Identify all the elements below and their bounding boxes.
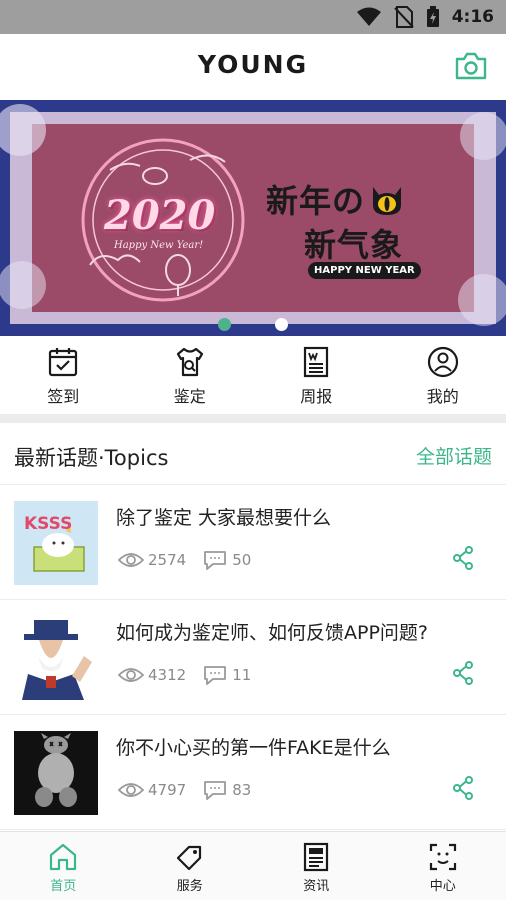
topic-row[interactable]: 如何成为鉴定师、如何反馈APP问题? 4312 11 <box>0 601 506 715</box>
status-icons: 4:16 <box>356 6 494 28</box>
topic-views: 4797 <box>148 781 187 799</box>
quick-nav: 签到 鉴定 周报 我的 <box>0 336 506 414</box>
topic-meta: 4797 83 <box>118 779 267 801</box>
camera-icon[interactable] <box>454 51 488 81</box>
tab-center[interactable]: 中心 <box>380 832 506 900</box>
carousel-dot-2[interactable] <box>275 318 288 331</box>
quick-nav-weekly[interactable]: 周报 <box>253 336 380 414</box>
topics-title: 最新话题·Topics <box>14 446 169 470</box>
share-icon[interactable] <box>452 776 474 800</box>
app-title: YOUNG <box>197 50 309 79</box>
banner-tagline: HAPPY NEW YEAR <box>308 262 421 279</box>
banner-carousel[interactable]: 2020 Happy New Year! 新年の 新气象 HAPPY NEW Y… <box>0 100 506 336</box>
tab-home[interactable]: 首页 <box>0 832 127 900</box>
share-icon[interactable] <box>452 546 474 570</box>
topic-meta: 2574 50 <box>118 549 267 571</box>
topic-meta: 4312 11 <box>118 664 267 686</box>
home-icon <box>50 843 77 871</box>
tab-label: 服务 <box>176 879 203 894</box>
banner-year: 2020 <box>104 192 216 239</box>
banner-greeting: Happy New Year! <box>114 240 204 251</box>
carousel-dot-1[interactable] <box>218 318 231 331</box>
face-scan-icon <box>429 843 456 871</box>
calendar-check-icon <box>49 348 78 377</box>
topic-row[interactable]: 你不小心买的第一件FAKE是什么 4797 83 <box>0 716 506 830</box>
section-divider <box>0 414 506 423</box>
battery-charging-icon <box>426 6 439 27</box>
quick-nav-label: 我的 <box>426 387 459 406</box>
tab-service[interactable]: 服务 <box>127 832 254 900</box>
topic-comments: 83 <box>232 781 252 799</box>
topic-thumbnail <box>14 616 98 700</box>
quick-nav-label: 鉴定 <box>173 387 206 406</box>
tag-icon <box>176 845 201 871</box>
banner-image <box>0 100 506 336</box>
topic-title: 如何成为鉴定师、如何反馈APP问题? <box>116 622 428 644</box>
news-icon <box>304 842 329 872</box>
tab-label: 中心 <box>429 879 456 894</box>
share-icon[interactable] <box>452 661 474 685</box>
tab-news[interactable]: 资讯 <box>253 832 380 900</box>
quick-nav-profile[interactable]: 我的 <box>380 336 506 414</box>
eye-icon <box>118 553 144 567</box>
quick-nav-label: 签到 <box>47 387 80 406</box>
banner-headline-line2: 新气象 <box>304 226 404 264</box>
eye-icon <box>118 668 144 682</box>
topic-thumbnail: KSSS <box>14 501 98 585</box>
quick-nav-appraise[interactable]: 鉴定 <box>127 336 254 414</box>
eye-icon <box>118 783 144 797</box>
topic-comments: 11 <box>232 666 252 684</box>
user-circle-icon <box>427 346 458 378</box>
topic-title: 你不小心买的第一件FAKE是什么 <box>116 737 391 759</box>
no-sim-icon <box>393 6 414 28</box>
comment-icon <box>204 781 227 800</box>
quick-nav-label: 周报 <box>300 387 333 406</box>
tab-label: 首页 <box>50 879 77 894</box>
app-bar: YOUNG <box>0 34 506 100</box>
topic-thumbnail <box>14 731 98 815</box>
shirt-search-icon <box>176 347 203 377</box>
topic-title: 除了鉴定 大家最想要什么 <box>116 507 332 529</box>
tab-label: 资讯 <box>303 879 330 894</box>
cat-eye-icon <box>373 187 402 215</box>
banner-headline-text: 新年の <box>266 182 366 220</box>
topic-views: 4312 <box>148 666 187 684</box>
topic-comments: 50 <box>232 551 252 569</box>
topic-views: 2574 <box>148 551 187 569</box>
banner-headline-line1: 新年の <box>266 176 407 222</box>
wifi-icon <box>356 7 381 26</box>
status-time: 4:16 <box>451 7 494 27</box>
newspaper-icon <box>304 346 329 378</box>
all-topics-link[interactable]: 全部话题 <box>416 442 492 469</box>
status-bar: 4:16 <box>0 0 506 34</box>
comment-icon <box>204 666 227 685</box>
topic-row[interactable]: KSSS 除了鉴定 大家最想要什么 2574 50 <box>0 486 506 600</box>
topics-header: 最新话题·Topics 全部话题 <box>0 423 506 485</box>
comment-icon <box>204 551 227 570</box>
bottom-tab-bar: 首页 服务 资讯 中心 <box>0 831 506 900</box>
svg-text:KSSS: KSSS <box>24 514 72 534</box>
quick-nav-checkin[interactable]: 签到 <box>0 336 127 414</box>
